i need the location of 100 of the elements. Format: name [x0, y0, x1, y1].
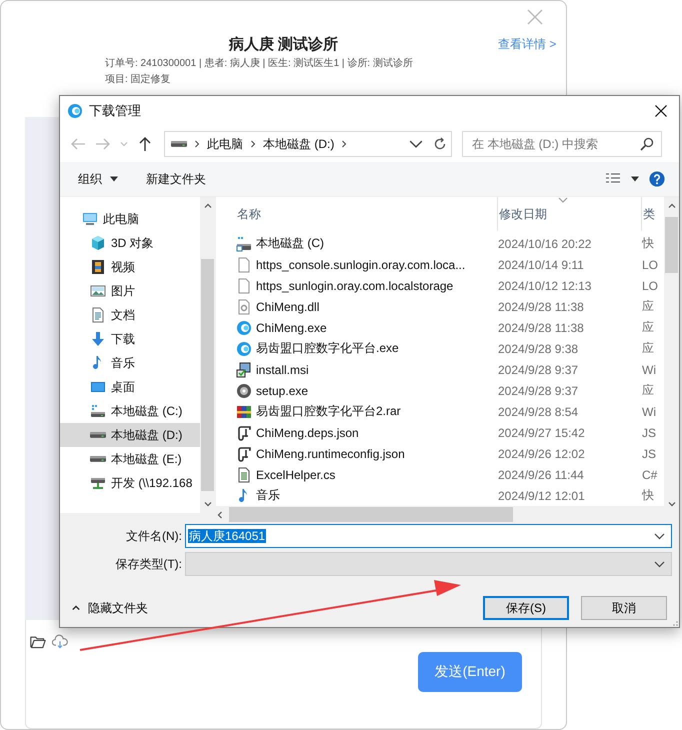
breadcrumb-item[interactable]: 本地磁盘 (D:)	[263, 136, 334, 152]
nav-tree-item[interactable]: 文档	[60, 303, 200, 327]
file-type: Wi	[642, 362, 657, 376]
caret-down-icon[interactable]	[631, 175, 639, 183]
up-arrow-icon[interactable]	[137, 136, 153, 152]
column-header[interactable]: 修改日期	[498, 197, 642, 231]
file-date: 2024/10/14 9:11	[498, 258, 585, 272]
file-row[interactable]: setup.exe 2024/9/28 9:37 应	[216, 380, 664, 401]
file-icon	[236, 278, 252, 294]
file-name: https_console.sunlogin.oray.com.loca...	[256, 258, 466, 272]
scrollbar-thumb[interactable]	[229, 507, 513, 522]
close-icon[interactable]	[655, 105, 667, 117]
file-row[interactable]: ChiMeng.runtimeconfig.json 2024/9/26 12:02 JS	[216, 443, 664, 464]
scroll-left-icon[interactable]	[216, 510, 224, 518]
file-name: 音乐	[256, 487, 280, 504]
file-type: 应	[642, 382, 655, 399]
file-type: JS	[642, 426, 658, 440]
new-folder-button[interactable]: 新建文件夹	[146, 170, 206, 188]
file-row[interactable]: install.msi 2024/9/28 9:37 Wi	[216, 359, 664, 380]
column-header[interactable]: 类	[642, 197, 664, 231]
order-info: 项目: 固定修复	[105, 74, 172, 86]
file-type: 应	[642, 298, 655, 315]
picture-icon	[90, 283, 106, 299]
drive-icon	[90, 403, 106, 419]
down-arrow-icon	[90, 331, 106, 347]
nav-tree-item[interactable]: 图片	[60, 279, 200, 303]
refresh-icon[interactable]	[433, 137, 447, 151]
nav-tree-item[interactable]: 本地磁盘 (D:)	[60, 423, 200, 447]
file-row[interactable]: https_sunlogin.oray.com.localstorage 2024/10/12 12:13 LO	[216, 275, 664, 296]
search-field[interactable]: 在 本地磁盘 (D:) 中搜索	[462, 131, 662, 157]
scroll-down-icon[interactable]	[204, 500, 212, 508]
file-name: 易齿盟口腔数字化平台.exe	[256, 340, 399, 357]
sort-caret-icon	[558, 197, 568, 203]
hide-folders-button[interactable]: 隐藏文件夹	[72, 599, 148, 617]
scrollbar-thumb[interactable]	[665, 217, 678, 273]
nav-tree-item[interactable]: 视频	[60, 255, 200, 279]
scrollbar[interactable]	[664, 197, 679, 513]
nav-tree-item[interactable]: 桌面	[60, 375, 200, 399]
file-row[interactable]: ChiMeng.deps.json 2024/9/27 15:42 JS	[216, 422, 664, 443]
app-logo-icon	[236, 320, 252, 336]
app-logo-icon	[67, 103, 83, 119]
cancel-button[interactable]: 取消	[581, 596, 667, 620]
folder-icon[interactable]	[30, 634, 46, 650]
computer-icon	[82, 211, 98, 227]
save-button[interactable]: 保存(S)	[483, 596, 569, 620]
file-row[interactable]: 音乐 2024/9/12 12:01 快	[216, 485, 664, 506]
nav-tree-item[interactable]: 开发 (\\192.168	[60, 471, 200, 495]
scroll-down-icon[interactable]	[668, 500, 676, 508]
nav-tree-item[interactable]: 下载	[60, 327, 200, 351]
nav-tree-item[interactable]: 3D 对象	[60, 231, 200, 255]
file-row[interactable]: ExcelHelper.cs 2024/9/26 11:44 C#	[216, 464, 664, 485]
nav-tree-item[interactable]: 此电脑	[60, 207, 200, 231]
scroll-up-icon[interactable]	[668, 202, 676, 210]
order-info: 订单号: 2410300001 | 患者: 病人庚 | 医生: 测试医生1 | 诊所: 测试诊所	[105, 58, 414, 70]
nav-tree-item[interactable]: 本地磁盘 (E:)	[60, 447, 200, 471]
file-icon	[236, 256, 252, 272]
cube-icon	[90, 235, 106, 251]
file-date: 2024/9/12 12:01	[498, 488, 586, 502]
script-icon	[236, 446, 252, 462]
file-date: 2024/9/28 11:38	[498, 300, 585, 314]
organize-menu[interactable]: 组织	[78, 170, 118, 188]
file-row[interactable]: 易齿盟口腔数字化平台.exe 2024/9/28 9:38 应	[216, 338, 664, 359]
address-bar[interactable]: 此电脑 本地磁盘 (D:)	[164, 131, 452, 157]
file-name: ChiMeng.deps.json	[256, 426, 359, 440]
chevron-down-icon[interactable]	[654, 532, 665, 540]
file-row[interactable]: 本地磁盘 (C) 2024/10/16 20:22 快	[216, 233, 664, 254]
field-label: 保存类型(T):	[114, 556, 183, 572]
drive-icon	[90, 431, 106, 439]
script-icon	[236, 424, 252, 440]
scrollbar[interactable]	[200, 197, 215, 513]
nav-tree-item[interactable]: 音乐	[60, 351, 200, 375]
chevron-right-icon	[193, 140, 201, 148]
caret-up-icon	[72, 604, 80, 612]
file-date: 2024/9/28 9:37	[498, 362, 580, 376]
drive-icon	[236, 236, 252, 252]
file-name: ChiMeng.dll	[256, 300, 320, 314]
file-name-field[interactable]: 病人庚164051	[185, 524, 672, 548]
file-row[interactable]: 易齿盟口腔数字化平台2.rar 2024/9/28 8:54 Wi	[216, 401, 664, 422]
file-type: LO	[642, 258, 660, 272]
desktop-icon	[90, 379, 106, 395]
cloud-download-icon[interactable]	[52, 634, 68, 650]
scrollbar-thumb[interactable]	[201, 259, 214, 491]
column-header[interactable]: 名称	[236, 197, 498, 231]
file-name: install.msi	[256, 362, 309, 376]
file-name: setup.exe	[256, 384, 308, 398]
file-date: 2024/9/27 15:42	[498, 426, 586, 440]
nav-tree-item[interactable]: 本地磁盘 (C:)	[60, 399, 200, 423]
file-row[interactable]: ChiMeng.dll 2024/9/28 11:38 应	[216, 296, 664, 317]
document-icon	[90, 307, 106, 323]
chevron-right-icon	[249, 140, 257, 148]
file-type: 应	[642, 340, 655, 357]
breadcrumb-item[interactable]: 此电脑	[207, 136, 243, 152]
scroll-up-icon[interactable]	[204, 202, 212, 210]
file-row[interactable]: ChiMeng.exe 2024/9/28 11:38 应	[216, 317, 664, 338]
help-icon[interactable]	[649, 171, 665, 187]
app-logo-icon	[236, 340, 252, 356]
field-label: 文件名(N):	[125, 528, 183, 544]
file-type: 快	[642, 487, 655, 504]
file-row[interactable]: https_console.sunlogin.oray.com.loca... 2024/10/14 9:11 LO	[216, 254, 664, 275]
file-date: 2024/9/28 11:38	[498, 320, 585, 334]
